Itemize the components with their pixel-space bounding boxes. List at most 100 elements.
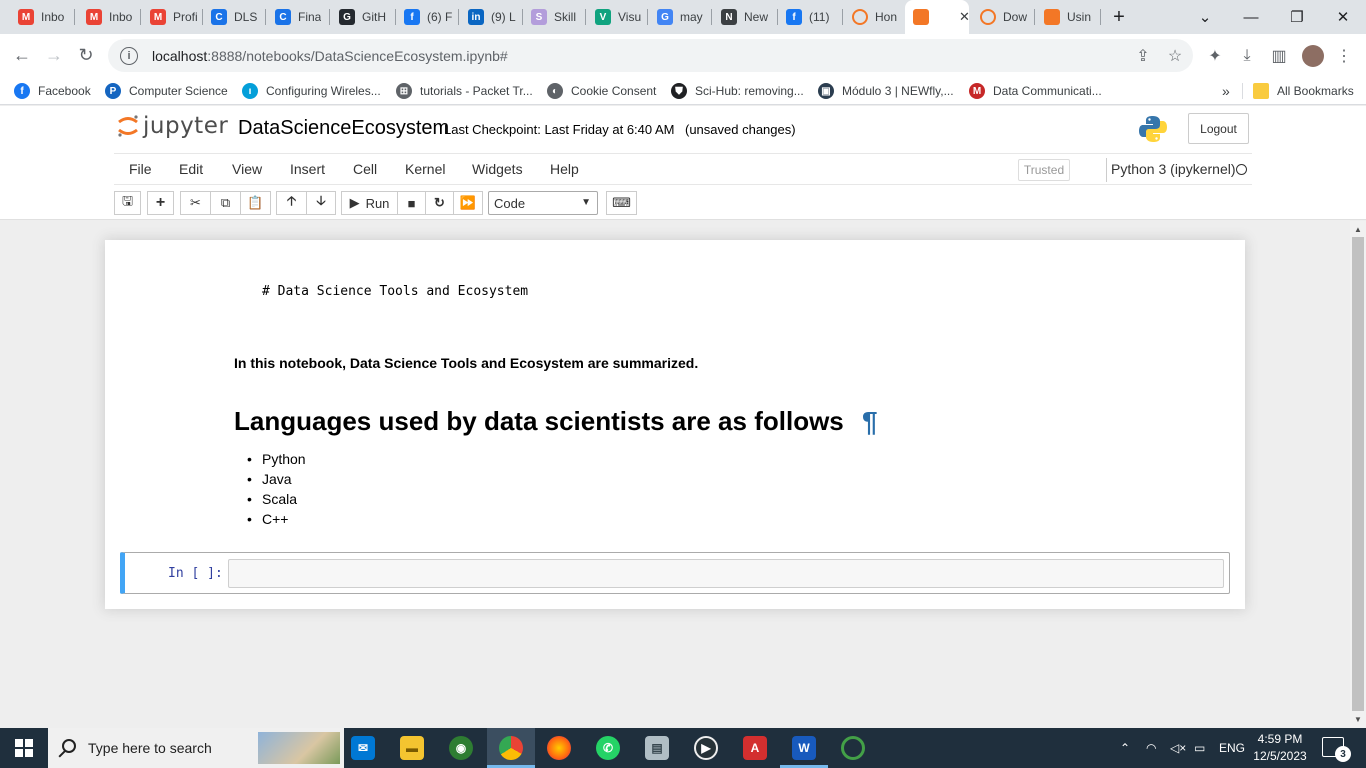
paste-icon[interactable]: 📋 bbox=[240, 191, 271, 215]
browser-tab[interactable]: Dow bbox=[972, 0, 1032, 34]
address-bar[interactable]: i localhost:8888/notebooks/DataScienceEc… bbox=[108, 39, 1193, 72]
menu-edit[interactable]: Edit bbox=[179, 161, 203, 177]
browser-tab[interactable]: in (9) L bbox=[460, 0, 520, 34]
bookmark-item[interactable]: M Data Communicati... bbox=[969, 81, 1102, 101]
browser-tab[interactable]: C DLS bbox=[203, 0, 263, 34]
file-explorer-icon[interactable]: ▬ bbox=[400, 736, 424, 760]
run-button[interactable]: ▶ Run bbox=[341, 191, 398, 215]
bookmark-item[interactable]: P Computer Science bbox=[105, 81, 228, 101]
restart-kernel-icon[interactable]: ↻ bbox=[425, 191, 454, 215]
profile-avatar[interactable] bbox=[1302, 45, 1324, 67]
restore-button[interactable]: ❐ bbox=[1274, 0, 1320, 34]
bookmark-item[interactable]: ⛊ Sci-Hub: removing... bbox=[671, 81, 804, 101]
page-scrollbar[interactable]: ▲ ▼ bbox=[1350, 221, 1366, 728]
bookmark-item[interactable]: ⊞ tutorials - Packet Tr... bbox=[396, 81, 533, 101]
browser-tab[interactable]: ✕ bbox=[905, 0, 969, 34]
notebook-title[interactable]: DataScienceEcosystem bbox=[238, 117, 449, 140]
battery-icon[interactable]: ▭ bbox=[1194, 728, 1205, 768]
tab-search-chevron-icon[interactable]: ⌄ bbox=[1182, 0, 1228, 34]
chrome-icon[interactable] bbox=[499, 736, 523, 760]
whatsapp-user-icon[interactable]: ◉ bbox=[449, 736, 473, 760]
browser-tab[interactable]: M Inbo bbox=[78, 0, 138, 34]
side-panel-icon[interactable]: ▥ bbox=[1270, 47, 1288, 65]
download-icon[interactable]: ⤓ bbox=[1238, 47, 1256, 65]
move-down-arrow-icon[interactable]: 🡣 bbox=[306, 191, 336, 215]
site-info-icon[interactable]: i bbox=[120, 46, 138, 65]
network-icon[interactable]: ◠ bbox=[1146, 728, 1156, 768]
action-center-icon[interactable]: 3 bbox=[1322, 737, 1351, 762]
logout-button[interactable]: Logout bbox=[1188, 113, 1249, 144]
anchor-link-icon[interactable]: ¶ bbox=[862, 406, 878, 438]
close-window-button[interactable]: ✕ bbox=[1320, 0, 1366, 34]
browser-tab[interactable]: Gmay bbox=[649, 0, 709, 34]
reload-icon[interactable]: ↻ bbox=[71, 40, 101, 70]
share-icon[interactable]: ⇪ bbox=[1134, 47, 1152, 65]
browser-tab[interactable]: C Fina bbox=[267, 0, 327, 34]
tab-label: may bbox=[680, 10, 703, 24]
media-player-icon[interactable]: ▶ bbox=[694, 736, 718, 760]
bookmark-item[interactable]: ◐ Cookie Consent bbox=[547, 81, 656, 101]
browser-tab[interactable]: Usin bbox=[1036, 0, 1098, 34]
browser-tab[interactable]: N New bbox=[713, 0, 775, 34]
browser-tab[interactable]: M Profi bbox=[142, 0, 200, 34]
app-loading-icon[interactable] bbox=[841, 736, 865, 760]
menu-cell[interactable]: Cell bbox=[353, 161, 377, 177]
insert-cell-plus-icon[interactable]: + bbox=[147, 191, 174, 215]
cut-scissors-icon[interactable]: ✂ bbox=[180, 191, 211, 215]
move-up-arrow-icon[interactable]: 🡡 bbox=[276, 191, 307, 215]
save-icon[interactable]: 🖫 bbox=[114, 191, 141, 215]
menu-help[interactable]: Help bbox=[550, 161, 579, 177]
photos-icon[interactable]: ▤ bbox=[645, 736, 669, 760]
language-indicator[interactable]: ENG bbox=[1219, 728, 1245, 768]
bookmarks-overflow-icon[interactable]: » bbox=[1222, 81, 1230, 101]
chrome-menu-icon[interactable]: ⋮ bbox=[1335, 47, 1353, 65]
scrollbar-thumb[interactable] bbox=[1352, 237, 1364, 711]
back-arrow-icon[interactable]: ← bbox=[7, 40, 37, 70]
copy-icon[interactable]: ⧉ bbox=[210, 191, 241, 215]
browser-tab[interactable]: V Visu bbox=[587, 0, 645, 34]
cell-type-select[interactable]: Code ▼ bbox=[488, 191, 598, 215]
scroll-down-icon[interactable]: ▼ bbox=[1350, 712, 1366, 726]
browser-tab[interactable]: f (11) bbox=[778, 0, 840, 34]
new-tab-plus-icon[interactable]: + bbox=[1096, 0, 1142, 34]
whatsapp-icon[interactable]: ✆ bbox=[596, 736, 620, 760]
bookmark-item[interactable]: ı Configuring Wireles... bbox=[242, 81, 381, 101]
command-palette-keyboard-icon[interactable]: ⌨ bbox=[606, 191, 637, 215]
jupyter-icon bbox=[852, 9, 868, 25]
bookmark-item[interactable]: ▣ Módulo 3 | NEWfly,... bbox=[818, 81, 954, 101]
trusted-indicator[interactable]: Trusted bbox=[1018, 159, 1070, 181]
menu-file[interactable]: File bbox=[129, 161, 152, 177]
browser-tab[interactable]: G GitH bbox=[331, 0, 393, 34]
kernel-name[interactable]: Python 3 (ipykernel) bbox=[1111, 161, 1236, 177]
bookmark-star-icon[interactable]: ☆ bbox=[1166, 47, 1184, 65]
code-input[interactable] bbox=[228, 559, 1224, 588]
word-icon[interactable]: W bbox=[792, 736, 816, 760]
windows-start-icon[interactable] bbox=[0, 728, 48, 768]
volume-muted-icon[interactable]: ◁× bbox=[1170, 728, 1186, 768]
firefox-icon[interactable] bbox=[547, 736, 571, 760]
forward-arrow-icon[interactable]: → bbox=[39, 40, 69, 70]
jupyter-logo[interactable]: jupyter bbox=[117, 113, 228, 139]
bookmark-item[interactable]: f Facebook bbox=[14, 81, 91, 101]
minimize-button[interactable]: — bbox=[1228, 0, 1274, 34]
browser-tab[interactable]: f (6) F bbox=[396, 0, 456, 34]
scroll-up-icon[interactable]: ▲ bbox=[1350, 222, 1366, 236]
browser-tab[interactable]: M Inbo bbox=[10, 0, 72, 34]
extensions-puzzle-icon[interactable]: ✦ bbox=[1206, 47, 1224, 65]
taskbar-search[interactable]: Type here to search bbox=[48, 728, 344, 768]
restart-run-all-icon[interactable]: ⏩ bbox=[453, 191, 483, 215]
mail-icon[interactable]: ✉ bbox=[351, 736, 375, 760]
close-tab-icon[interactable]: ✕ bbox=[959, 9, 969, 25]
interrupt-stop-icon[interactable]: ■ bbox=[397, 191, 426, 215]
menu-widgets[interactable]: Widgets bbox=[472, 161, 523, 177]
browser-tab[interactable]: Hon bbox=[844, 0, 902, 34]
raw-cell-text[interactable]: # Data Science Tools and Ecosystem bbox=[262, 284, 528, 299]
acrobat-icon[interactable]: A bbox=[743, 736, 767, 760]
show-hidden-icons-chevron-icon[interactable]: ⌃ bbox=[1120, 728, 1130, 768]
browser-tab[interactable]: S Skill bbox=[523, 0, 583, 34]
system-clock[interactable]: 4:59 PM 12/5/2023 bbox=[1248, 731, 1312, 765]
menu-view[interactable]: View bbox=[232, 161, 262, 177]
menu-kernel[interactable]: Kernel bbox=[405, 161, 445, 177]
all-bookmarks[interactable]: All Bookmarks bbox=[1253, 81, 1354, 101]
menu-insert[interactable]: Insert bbox=[290, 161, 325, 177]
